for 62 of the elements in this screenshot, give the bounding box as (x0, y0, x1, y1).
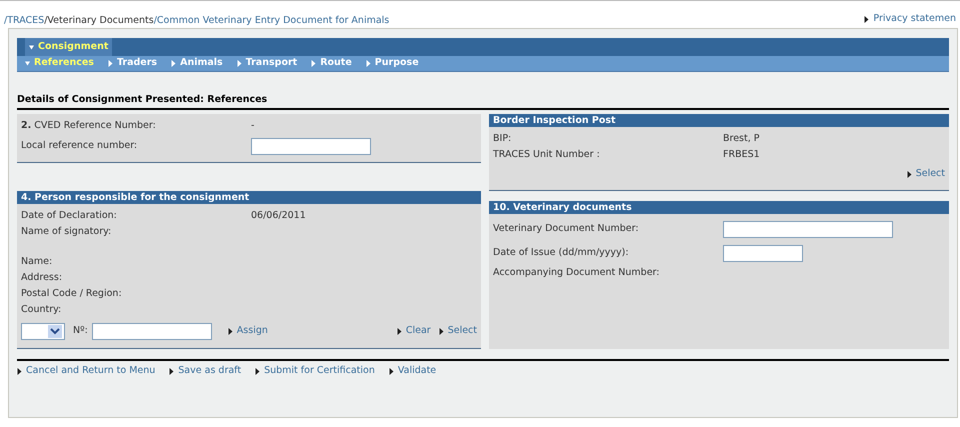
section-title: 4. Person responsible for the consignment (17, 191, 481, 204)
breadcrumb-link[interactable]: /Common Veterinary Entry Document for Animals (154, 14, 390, 26)
input-field[interactable] (251, 138, 371, 155)
field-value: Brest, P (723, 132, 760, 146)
triangle-right-icon (864, 16, 870, 23)
field-label: Country: (21, 303, 62, 318)
triangle-right-icon (396, 328, 402, 335)
link[interactable]: Validate (388, 364, 436, 378)
assign-link[interactable]: Assign (228, 324, 268, 338)
subnav-tab[interactable]: Route (311, 56, 352, 71)
triangle-right-icon (255, 368, 260, 375)
link[interactable]: Select (906, 167, 945, 182)
field-label: Accompanying Document Number: (493, 266, 660, 280)
field-label: Date of Issue (dd/mm/yyyy): (493, 246, 630, 260)
link[interactable]: Cancel and Return to Menu (17, 364, 156, 378)
link[interactable]: Select (438, 324, 477, 338)
triangle-right-icon (438, 328, 444, 335)
link[interactable]: Save as draft (169, 364, 242, 378)
subnav-tab[interactable]: Traders (108, 56, 158, 71)
triangle-right-icon (169, 368, 174, 375)
nav-tab[interactable]: Consignment (25, 38, 112, 56)
dropdown[interactable] (21, 322, 65, 340)
field-label: Nº: (73, 324, 88, 338)
triangle-right-icon (17, 368, 22, 375)
field-label: Local reference number: (21, 139, 138, 154)
field-value: - (251, 119, 254, 134)
triangle-down-icon (25, 60, 30, 67)
field-label: TRACES Unit Number : (493, 148, 601, 162)
field-value: 06/06/2011 (251, 209, 306, 224)
input-field[interactable] (723, 245, 803, 262)
field-label: Date of Declaration: (21, 209, 118, 224)
field-label: Address: (21, 271, 64, 286)
triangle-right-icon (311, 60, 316, 67)
subnav-tab[interactable]: Transport (236, 56, 298, 71)
input-field[interactable] (723, 221, 893, 238)
triangle-right-icon (236, 60, 242, 67)
field-label: Name of signatory: (21, 225, 112, 240)
privacy-link[interactable]: Privacy statemen (864, 12, 956, 26)
subnav-tab[interactable]: Purpose (366, 56, 419, 71)
field-label: BIP: (493, 132, 512, 146)
triangle-right-icon (228, 328, 233, 335)
subnav-tab[interactable]: Animals (171, 56, 223, 71)
triangle-right-icon (366, 60, 371, 67)
triangle-right-icon (171, 60, 176, 67)
section-title: 10. Veterinary documents (489, 200, 949, 214)
field-label: Postal Code / Region: (21, 287, 123, 302)
triangle-right-icon (906, 170, 912, 178)
breadcrumb-link[interactable]: /TRACES (4, 14, 44, 26)
section-title: Border Inspection Post (489, 114, 949, 128)
field-label: Veterinary Document Number: (493, 222, 640, 236)
field-label: Name: (21, 255, 54, 270)
page-title: Details of Consignment Presented: References (17, 93, 949, 110)
field-value: FRBES1 (723, 148, 760, 162)
link[interactable]: Clear (396, 324, 431, 338)
field-label: 2. CVED Reference Number: (21, 119, 157, 134)
triangle-right-icon (108, 60, 113, 67)
triangle-right-icon (388, 368, 394, 375)
breadcrumb-text: /Veterinary Documents (44, 14, 154, 26)
input-field[interactable] (92, 322, 212, 340)
link[interactable]: Submit for Certification (255, 364, 375, 378)
subnav-tab[interactable]: References (25, 56, 94, 71)
triangle-down-icon (29, 44, 34, 50)
